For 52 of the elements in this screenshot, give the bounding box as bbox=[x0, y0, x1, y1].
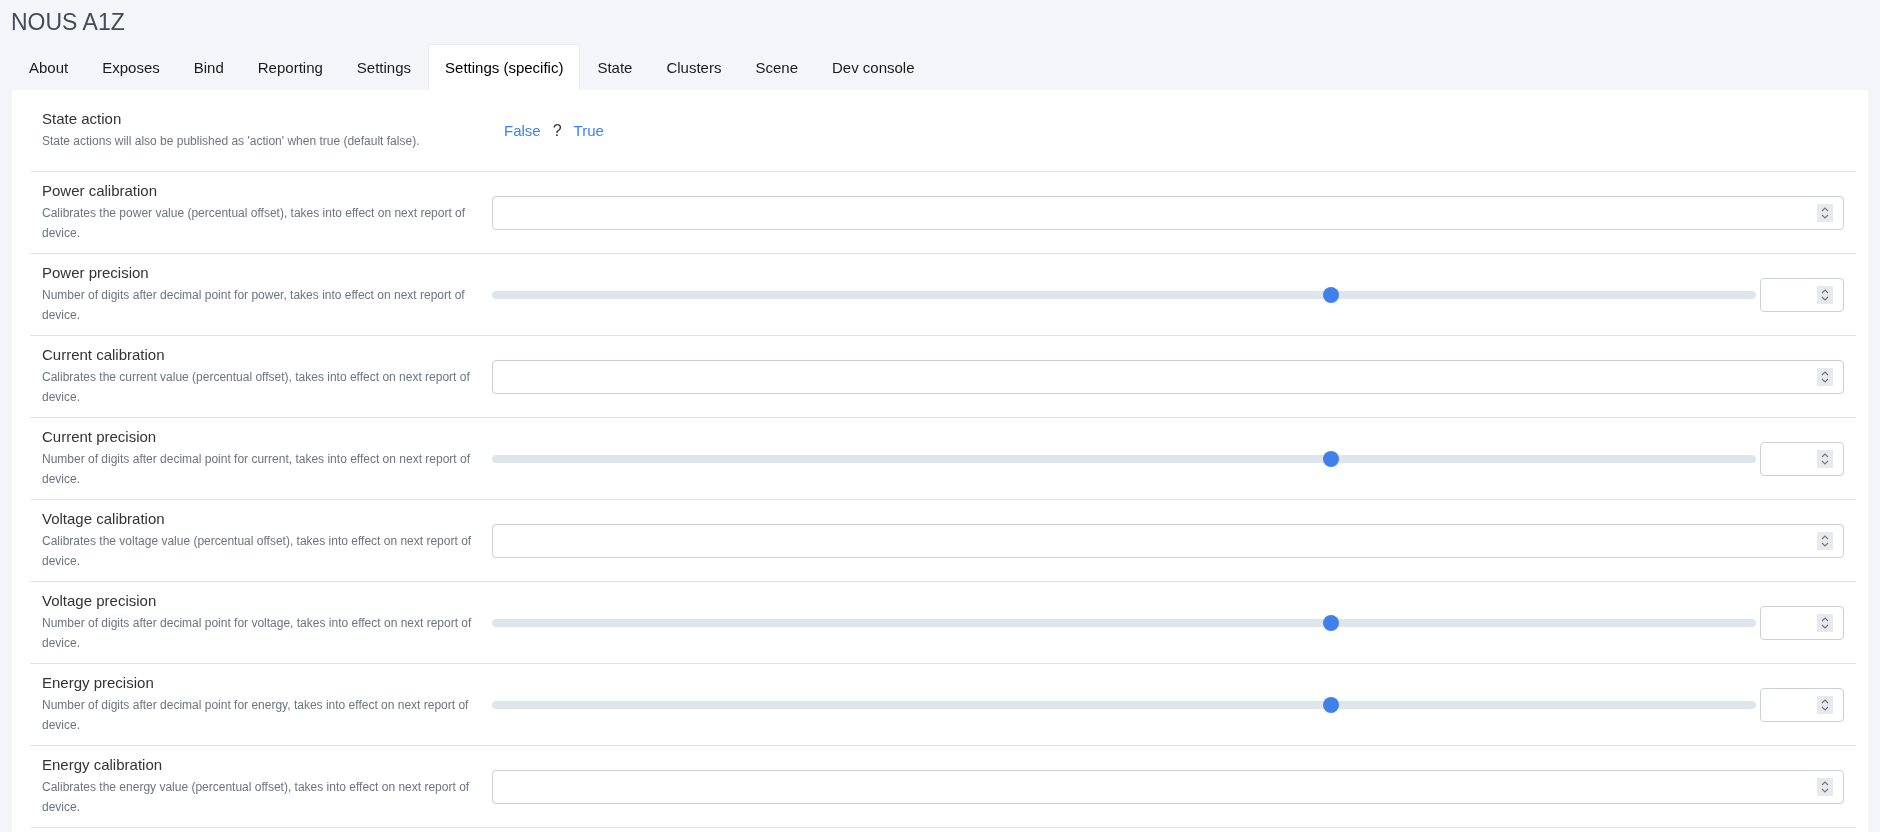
spinner-icon[interactable] bbox=[1817, 613, 1833, 632]
false-link[interactable]: False bbox=[504, 122, 541, 139]
spinner-icon[interactable] bbox=[1817, 203, 1833, 222]
spinner-icon[interactable] bbox=[1817, 367, 1833, 386]
setting-name: Energy calibration bbox=[42, 756, 164, 773]
number-input[interactable] bbox=[492, 523, 1844, 558]
setting-name: Current precision bbox=[42, 428, 158, 445]
slider-thumb[interactable] bbox=[1323, 286, 1340, 303]
number-input[interactable] bbox=[1760, 605, 1844, 640]
slider-thumb[interactable] bbox=[1323, 450, 1340, 467]
spinner-icon[interactable] bbox=[1817, 777, 1833, 796]
setting-description: Number of digits after decimal point for energy, takes into effect on next report of device. bbox=[42, 697, 470, 734]
tab[interactable]: Settings (specific) bbox=[428, 44, 581, 90]
number-input[interactable] bbox=[1760, 687, 1844, 722]
setting-name: Voltage calibration bbox=[42, 510, 166, 527]
setting-name: State action bbox=[42, 110, 123, 127]
tab[interactable]: State bbox=[580, 44, 650, 90]
setting-description: State actions will also be published as 'action' when true (default false). bbox=[42, 133, 421, 150]
true-link[interactable]: True bbox=[573, 122, 604, 139]
tab[interactable]: Exposes bbox=[85, 44, 177, 90]
setting-description: Number of digits after decimal point for power, takes into effect on next report of device. bbox=[42, 287, 466, 324]
number-input[interactable] bbox=[492, 769, 1844, 804]
spinner-icon[interactable] bbox=[1817, 449, 1833, 468]
setting-name: Power calibration bbox=[42, 182, 159, 199]
slider-thumb[interactable] bbox=[1323, 696, 1340, 713]
setting-description: Number of digits after decimal point for current, takes into effect on next report of device. bbox=[42, 451, 471, 488]
number-input[interactable] bbox=[1760, 441, 1844, 476]
tab[interactable]: About bbox=[12, 44, 86, 90]
number-input[interactable] bbox=[492, 359, 1844, 394]
value-text: ? bbox=[552, 121, 562, 140]
setting-name: Power precision bbox=[42, 264, 150, 281]
setting-name: Energy precision bbox=[42, 674, 155, 691]
spinner-icon[interactable] bbox=[1817, 531, 1833, 550]
setting-name: Current calibration bbox=[42, 346, 166, 363]
tab[interactable]: Dev console bbox=[815, 44, 932, 90]
tab[interactable]: Clusters bbox=[649, 44, 739, 90]
spinner-icon[interactable] bbox=[1817, 285, 1833, 304]
slider-thumb[interactable] bbox=[1323, 614, 1340, 631]
number-input[interactable] bbox=[492, 195, 1844, 230]
setting-description: Calibrates the energy value (percentual offset), takes into effect on next report of device. bbox=[42, 779, 471, 816]
setting-description: Calibrates the power value (percentual offset), takes into effect on next report of device. bbox=[42, 205, 467, 242]
tab[interactable]: Reporting bbox=[240, 44, 340, 90]
setting-description: Number of digits after decimal point for voltage, takes into effect on next report of device. bbox=[42, 615, 473, 652]
tab[interactable]: Scene bbox=[738, 44, 815, 90]
setting-name: Voltage precision bbox=[42, 592, 158, 609]
device-title: NOUS A1Z bbox=[10, 8, 126, 37]
tab[interactable]: Settings bbox=[339, 44, 429, 90]
tab[interactable]: Bind bbox=[176, 44, 241, 90]
spinner-icon[interactable] bbox=[1817, 695, 1833, 714]
setting-description: Calibrates the current value (percentual offset), takes into effect on next report of device. bbox=[42, 369, 471, 406]
setting-description: Calibrates the voltage value (percentual offset), takes into effect on next report of device. bbox=[42, 533, 473, 570]
number-input[interactable] bbox=[1760, 277, 1844, 312]
